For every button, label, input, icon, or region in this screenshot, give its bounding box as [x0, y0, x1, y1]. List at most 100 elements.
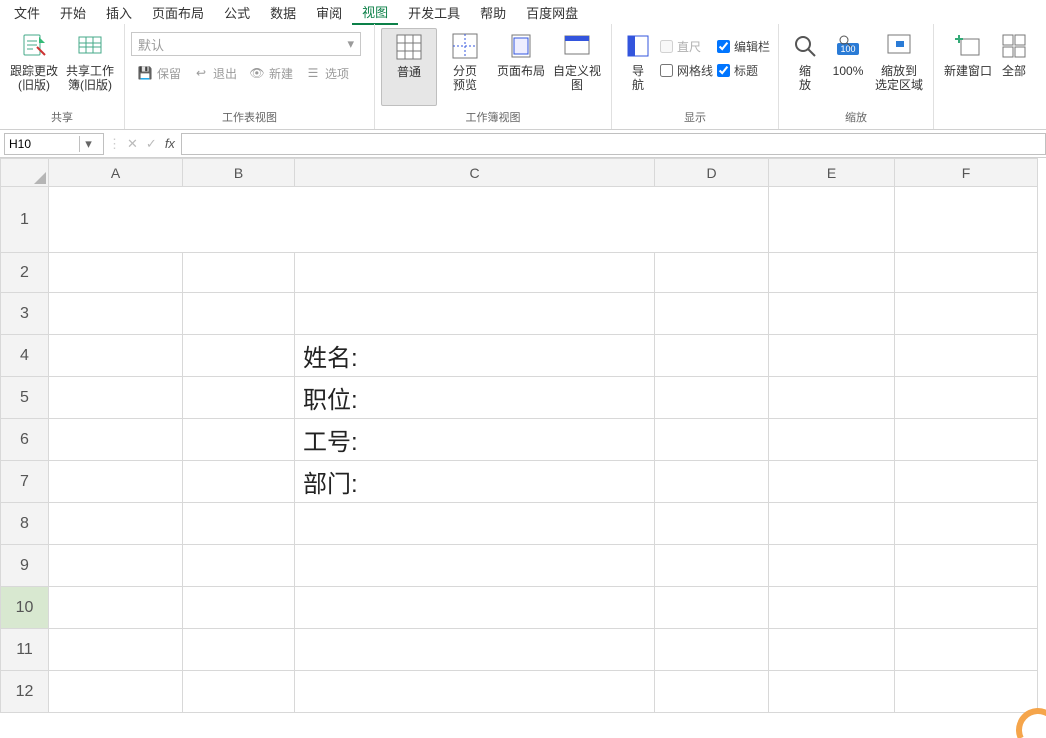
cell-B5[interactable] [183, 377, 295, 419]
cell-B6[interactable] [183, 419, 295, 461]
nav-button[interactable]: 导 航 [618, 28, 658, 106]
row-header-10[interactable]: 10 [1, 587, 49, 629]
name-box[interactable]: ▾ [4, 133, 104, 155]
wsview-dropdown[interactable]: 默认 ▾ [131, 32, 361, 56]
cell-D3[interactable] [655, 293, 769, 335]
col-header-B[interactable]: B [183, 159, 295, 187]
cell-A4[interactable] [49, 335, 183, 377]
wsview-options[interactable]: ☰ 选项 [299, 62, 355, 84]
wsview-exit[interactable]: ↩ 退出 [187, 62, 243, 84]
cell-D11[interactable] [655, 629, 769, 671]
cell-B11[interactable] [183, 629, 295, 671]
cell-C6[interactable]: 工号: [295, 419, 655, 461]
col-header-A[interactable]: A [49, 159, 183, 187]
cell-C8[interactable] [295, 503, 655, 545]
menu-formulas[interactable]: 公式 [214, 1, 260, 24]
cell-C2[interactable] [295, 253, 655, 293]
cell-C12[interactable] [295, 671, 655, 713]
cell-A9[interactable] [49, 545, 183, 587]
cell-E4[interactable] [769, 335, 895, 377]
wsview-keep[interactable]: 💾 保留 [131, 62, 187, 84]
row-header-7[interactable]: 7 [1, 461, 49, 503]
col-header-C[interactable]: C [295, 159, 655, 187]
cell-C9[interactable] [295, 545, 655, 587]
cell-B2[interactable] [183, 253, 295, 293]
cell-A3[interactable] [49, 293, 183, 335]
formula-input[interactable] [181, 133, 1046, 155]
cell-D7[interactable] [655, 461, 769, 503]
row-header-1[interactable]: 1 [1, 187, 49, 253]
menu-home[interactable]: 开始 [50, 1, 96, 24]
cell-D2[interactable] [655, 253, 769, 293]
select-all-corner[interactable] [1, 159, 49, 187]
cell-F10[interactable] [895, 587, 1038, 629]
cell-F5[interactable] [895, 377, 1038, 419]
view-normal-button[interactable]: 普通 [381, 28, 437, 106]
cell-E6[interactable] [769, 419, 895, 461]
zoom-100-button[interactable]: 100 100% [825, 28, 871, 106]
cell-B9[interactable] [183, 545, 295, 587]
menu-pagelayout[interactable]: 页面布局 [142, 1, 214, 24]
col-header-D[interactable]: D [655, 159, 769, 187]
cell-D4[interactable] [655, 335, 769, 377]
zoom-selection-button[interactable]: 缩放到 选定区域 [871, 28, 927, 106]
cell-F2[interactable] [895, 253, 1038, 293]
cell-D5[interactable] [655, 377, 769, 419]
fx-icon[interactable]: fx [161, 136, 179, 151]
cell-B4[interactable] [183, 335, 295, 377]
chk-headings[interactable]: 标题 [717, 60, 770, 80]
shared-workbook-button[interactable]: 共享工作 簿(旧版) [62, 28, 118, 106]
menu-insert[interactable]: 插入 [96, 1, 142, 24]
cell-E11[interactable] [769, 629, 895, 671]
cell-D10[interactable] [655, 587, 769, 629]
view-pagelayout-button[interactable]: 页面布局 [493, 28, 549, 106]
cell-A7[interactable] [49, 461, 183, 503]
cell-A12[interactable] [49, 671, 183, 713]
cell-A11[interactable] [49, 629, 183, 671]
row-header-4[interactable]: 4 [1, 335, 49, 377]
row-header-12[interactable]: 12 [1, 671, 49, 713]
chk-formulabar[interactable]: 编辑栏 [717, 36, 770, 56]
cell-E12[interactable] [769, 671, 895, 713]
cell-F8[interactable] [895, 503, 1038, 545]
cell-E8[interactable] [769, 503, 895, 545]
cell-B7[interactable] [183, 461, 295, 503]
cell-A2[interactable] [49, 253, 183, 293]
cell-B3[interactable] [183, 293, 295, 335]
cancel-formula-icon[interactable]: ✕ [123, 136, 142, 152]
menu-devtools[interactable]: 开发工具 [398, 1, 470, 24]
menu-baidupan[interactable]: 百度网盘 [516, 1, 588, 24]
cell-B12[interactable] [183, 671, 295, 713]
arrange-all-button[interactable]: 全部 [996, 28, 1032, 106]
cell-F11[interactable] [895, 629, 1038, 671]
view-pagebreak-button[interactable]: 分页 预览 [437, 28, 493, 106]
cell-D12[interactable] [655, 671, 769, 713]
cell-A10[interactable] [49, 587, 183, 629]
title-cell[interactable]: 批量新增下划线 [49, 187, 769, 253]
menu-help[interactable]: 帮助 [470, 1, 516, 24]
col-header-F[interactable]: F [895, 159, 1038, 187]
cell-E5[interactable] [769, 377, 895, 419]
row-header-8[interactable]: 8 [1, 503, 49, 545]
row-header-11[interactable]: 11 [1, 629, 49, 671]
menu-view[interactable]: 视图 [352, 0, 398, 25]
cell-E3[interactable] [769, 293, 895, 335]
namebox-dropdown-icon[interactable]: ▾ [79, 136, 97, 152]
cell-E9[interactable] [769, 545, 895, 587]
cell-B10[interactable] [183, 587, 295, 629]
cell-C5[interactable]: 职位: [295, 377, 655, 419]
spreadsheet-grid[interactable]: ABCDEF1批量新增下划线234姓名:5职位:6工号:7部门:89101112 [0, 158, 1046, 738]
cell-D8[interactable] [655, 503, 769, 545]
wsview-new[interactable]: 👁 新建 [243, 62, 299, 84]
cell-F12[interactable] [895, 671, 1038, 713]
cell-D9[interactable] [655, 545, 769, 587]
row-header-5[interactable]: 5 [1, 377, 49, 419]
cell-F7[interactable] [895, 461, 1038, 503]
enter-formula-icon[interactable]: ✓ [142, 136, 161, 152]
cell-C7[interactable]: 部门: [295, 461, 655, 503]
track-changes-button[interactable]: 跟踪更改 (旧版) [6, 28, 62, 106]
row-header-9[interactable]: 9 [1, 545, 49, 587]
name-box-input[interactable] [5, 137, 79, 151]
menu-data[interactable]: 数据 [260, 1, 306, 24]
cell-F6[interactable] [895, 419, 1038, 461]
